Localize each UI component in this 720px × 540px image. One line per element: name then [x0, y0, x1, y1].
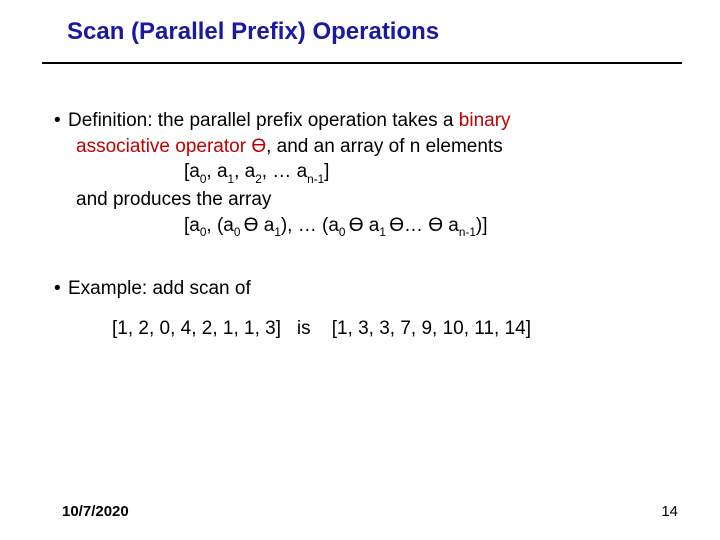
- example-is: is: [297, 318, 311, 339]
- example-out: [1, 3, 3, 7, 9, 10, 11, 14]: [332, 318, 531, 339]
- out-s0: 0: [200, 226, 207, 239]
- bullet-dot: •: [54, 276, 68, 302]
- out-p1c: ), … (a: [281, 215, 339, 236]
- def-line3: and produces the array: [54, 187, 674, 213]
- arr-close: ]: [324, 161, 329, 182]
- definition-bullet: •Definition: the parallel prefix operati…: [54, 108, 674, 240]
- out-op2: ϴ: [349, 215, 364, 236]
- out-p4s: n-1: [459, 226, 476, 239]
- def-assoc-op: associative operator ϴ: [76, 136, 266, 157]
- footer-date: 10/7/2020: [62, 503, 129, 520]
- arr-c1: , a: [206, 161, 227, 182]
- sub-1: 1: [228, 173, 235, 186]
- arr-open: [a: [184, 161, 200, 182]
- def-line2: associative operator ϴ, and an array of …: [54, 134, 674, 160]
- op-symbol: ϴ: [251, 136, 266, 157]
- def-array-in: [a0, a1, a2, … an-1]: [54, 159, 674, 187]
- arr-c2: , a: [234, 161, 255, 182]
- example-row: [1, 2, 0, 4, 2, 1, 1, 3] is [1, 3, 3, 7,…: [54, 302, 674, 342]
- example-in: [1, 2, 0, 4, 2, 1, 1, 3]: [112, 318, 281, 339]
- out-dots: …: [404, 215, 428, 236]
- footer-page: 14: [661, 503, 678, 520]
- out-op3: ϴ: [389, 215, 404, 236]
- out-p2s1: 1: [379, 226, 389, 239]
- sub-2: 2: [255, 173, 262, 186]
- example-bullet: •Example: add scan of [1, 2, 0, 4, 2, 1,…: [54, 276, 674, 341]
- sub-n1: n-1: [307, 173, 324, 186]
- def-line1a: Definition: the parallel prefix operatio…: [68, 110, 459, 131]
- example-lead: Example: add scan of: [68, 278, 251, 299]
- def-array-out: [a0, (a0 ϴ a1), … (a0 ϴ a1 ϴ… ϴ an-1)]: [54, 213, 674, 241]
- def-binary: binary: [459, 110, 511, 131]
- out-p2s0: 0: [339, 226, 349, 239]
- slide-body: •Definition: the parallel prefix operati…: [54, 108, 674, 378]
- out-p1a: , (a: [206, 215, 233, 236]
- arr-c3: , … a: [262, 161, 307, 182]
- out-p4a: a: [443, 215, 459, 236]
- bullet-dot: •: [54, 108, 68, 134]
- out-open: [a: [184, 215, 200, 236]
- out-p1s0: 0: [234, 226, 244, 239]
- sub-0: 0: [200, 173, 207, 186]
- title-underline: [42, 62, 682, 64]
- def-line2a: associative operator: [76, 136, 251, 157]
- slide-title: Scan (Parallel Prefix) Operations: [67, 18, 439, 46]
- out-close: )]: [476, 215, 488, 236]
- slide: Scan (Parallel Prefix) Operations •Defin…: [0, 0, 720, 540]
- out-p1b: a: [258, 215, 274, 236]
- def-line2b: , and an array of n elements: [266, 136, 503, 157]
- out-p1s1: 1: [274, 226, 281, 239]
- out-op4: ϴ: [428, 215, 443, 236]
- out-p2b: a: [364, 215, 380, 236]
- out-op1: ϴ: [244, 215, 259, 236]
